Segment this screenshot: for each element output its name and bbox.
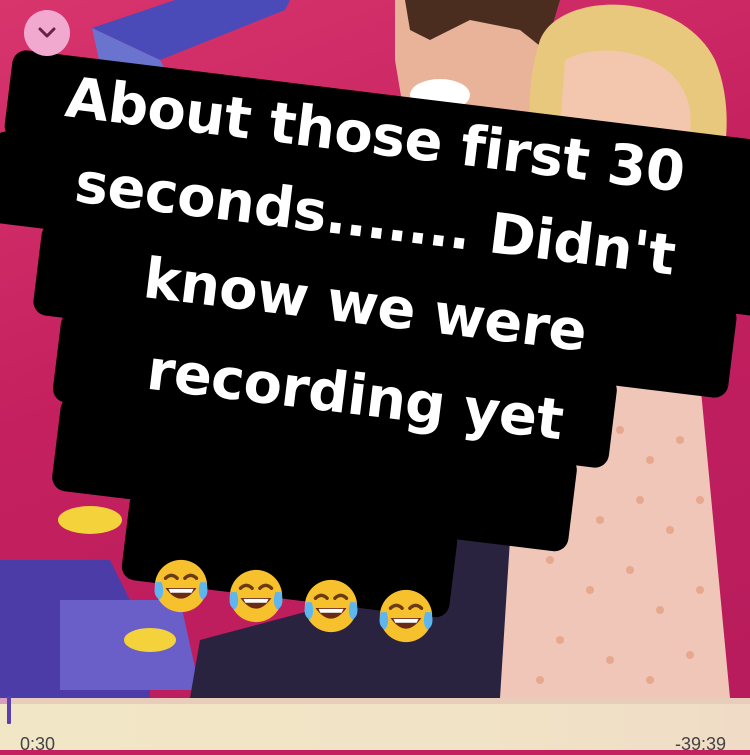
playback-bar: 0:30 -39:39 <box>0 696 750 754</box>
face-with-tears-of-joy-icon <box>229 569 283 623</box>
face-with-tears-of-joy-icon <box>379 589 433 643</box>
remaining-time: -39:39 <box>674 734 726 754</box>
playhead-handle[interactable] <box>7 696 12 724</box>
progress-track[interactable] <box>0 698 750 704</box>
face-with-tears-of-joy-icon <box>304 579 358 633</box>
elapsed-time: 0:30 <box>20 734 56 754</box>
chevron-down-icon <box>38 27 56 38</box>
face-with-tears-of-joy-icon <box>154 559 208 613</box>
collapse-button[interactable] <box>24 10 70 56</box>
